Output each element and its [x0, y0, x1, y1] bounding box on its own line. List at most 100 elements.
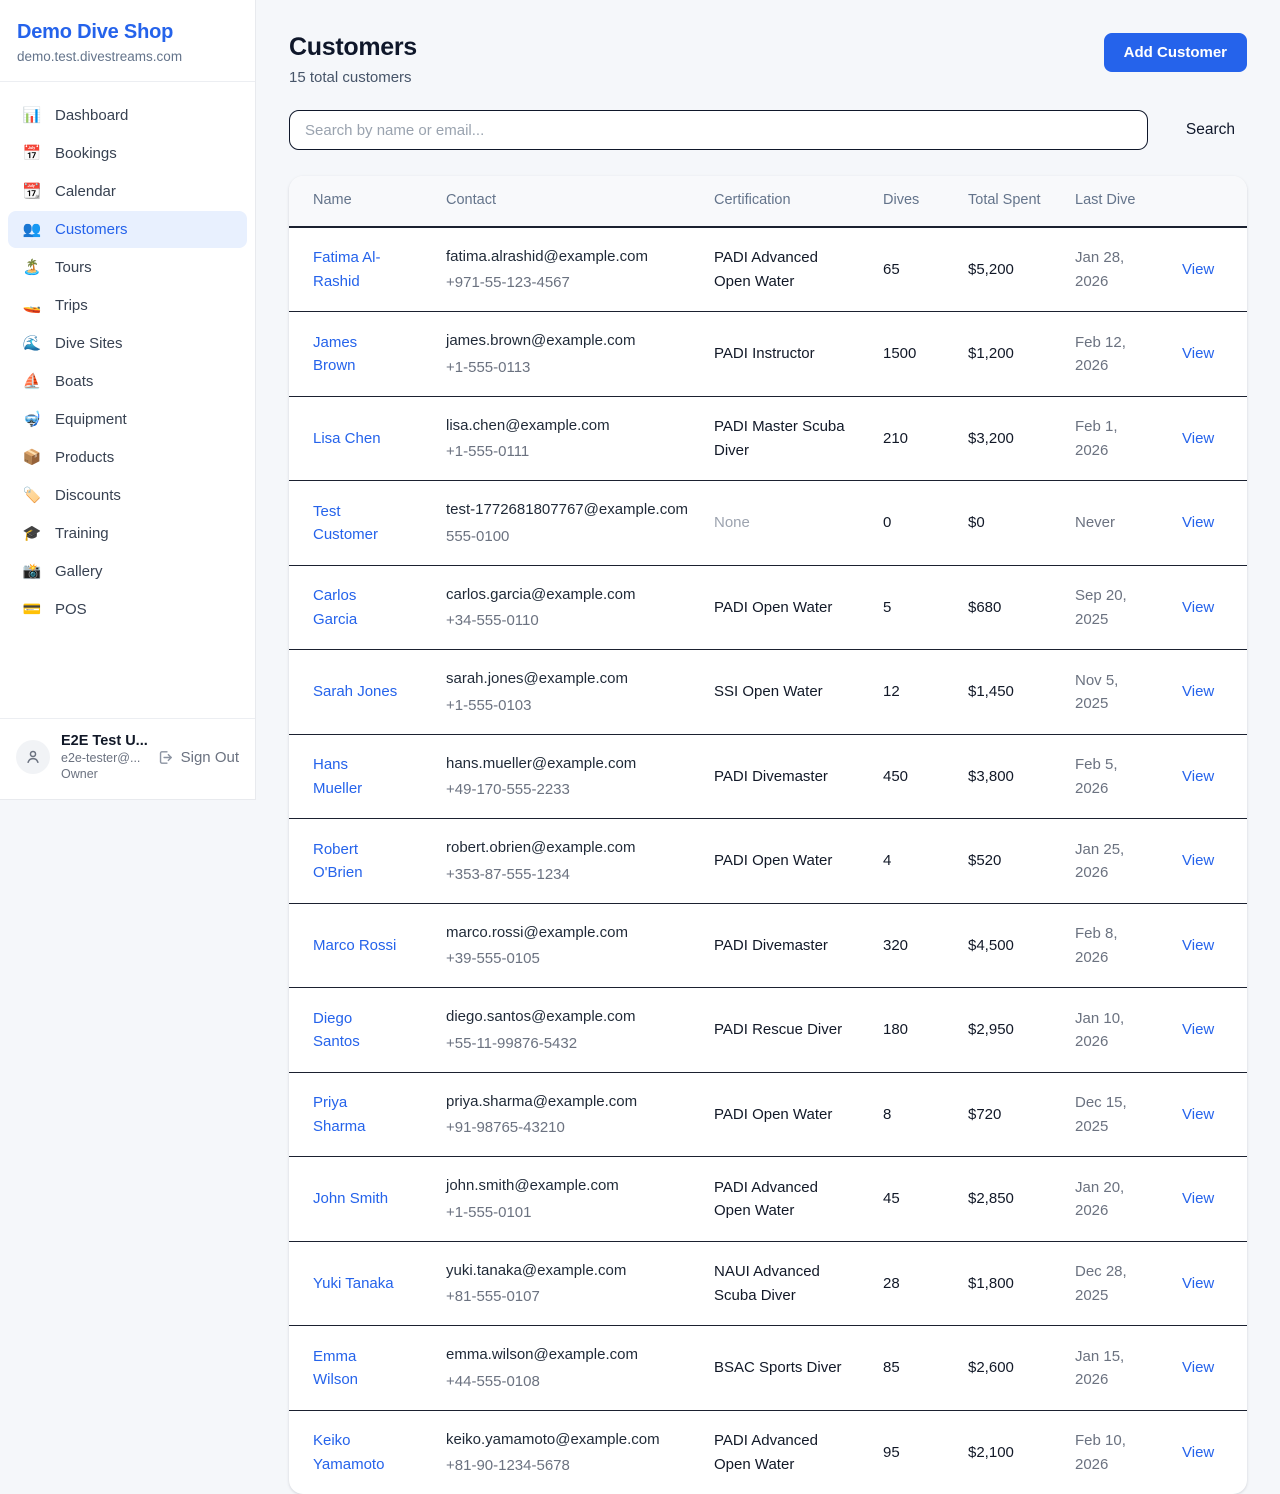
- search-input[interactable]: [289, 110, 1148, 150]
- customer-certification: PADI Open Water: [714, 596, 832, 619]
- customer-name-link[interactable]: Sarah Jones: [313, 680, 397, 703]
- view-customer-link[interactable]: View: [1182, 430, 1214, 447]
- customer-last-dive: Jan 25, 2026: [1075, 838, 1151, 885]
- table-body: Fatima Al-Rashid fatima.alrashid@example…: [289, 227, 1247, 1494]
- dive-sites-icon: 🌊: [22, 336, 42, 351]
- search-row: Search: [289, 110, 1247, 150]
- sidebar-item-calendar[interactable]: 📆 Calendar: [8, 173, 247, 210]
- customer-name-link[interactable]: Marco Rossi: [313, 934, 396, 957]
- sidebar-item-products[interactable]: 📦 Products: [8, 439, 247, 476]
- sidebar-item-gallery[interactable]: 📸 Gallery: [8, 553, 247, 590]
- customer-certification: PADI Master Scuba Diver: [714, 415, 846, 462]
- customer-certification: PADI Open Water: [714, 1103, 832, 1126]
- customer-total-spent: $4,500: [956, 903, 1063, 988]
- table-row: Marco Rossi marco.rossi@example.com +39-…: [289, 903, 1247, 988]
- sidebar: Demo Dive Shop demo.test.divestreams.com…: [0, 0, 256, 800]
- search-button[interactable]: Search: [1174, 121, 1247, 139]
- table-header: NameContactCertificationDivesTotal Spent…: [289, 176, 1247, 227]
- bookings-icon: 📅: [22, 146, 42, 161]
- customer-dives: 4: [871, 819, 956, 904]
- view-customer-link[interactable]: View: [1182, 345, 1214, 362]
- sidebar-item-tours[interactable]: 🏝️ Tours: [8, 249, 247, 286]
- customer-name-link[interactable]: Yuki Tanaka: [313, 1272, 394, 1295]
- customer-phone: +353-87-555-1234: [446, 863, 690, 886]
- customer-certification: PADI Instructor: [714, 342, 815, 365]
- customer-phone: +1-555-0113: [446, 356, 690, 379]
- customer-name-link[interactable]: Diego Santos: [313, 1007, 401, 1054]
- customer-phone: +44-555-0108: [446, 1370, 690, 1393]
- column-header: Contact: [434, 176, 702, 227]
- view-customer-link[interactable]: View: [1182, 768, 1214, 785]
- view-customer-link[interactable]: View: [1182, 683, 1214, 700]
- sidebar-item-equipment[interactable]: 🤿 Equipment: [8, 401, 247, 438]
- column-header: Name: [289, 176, 434, 227]
- customer-last-dive: Feb 1, 2026: [1075, 415, 1151, 462]
- view-customer-link[interactable]: View: [1182, 1359, 1214, 1376]
- sidebar-item-boats[interactable]: ⛵ Boats: [8, 363, 247, 400]
- customer-name-link[interactable]: Keiko Yamamoto: [313, 1429, 401, 1476]
- sidebar-item-dive-sites[interactable]: 🌊 Dive Sites: [8, 325, 247, 362]
- customer-name-link[interactable]: John Smith: [313, 1187, 388, 1210]
- view-customer-link[interactable]: View: [1182, 261, 1214, 278]
- view-customer-link[interactable]: View: [1182, 1021, 1214, 1038]
- sidebar-item-bookings[interactable]: 📅 Bookings: [8, 135, 247, 172]
- customer-total-spent: $3,800: [956, 734, 1063, 819]
- table-header-row: NameContactCertificationDivesTotal Spent…: [289, 176, 1247, 227]
- view-customer-link[interactable]: View: [1182, 937, 1214, 954]
- sidebar-item-training[interactable]: 🎓 Training: [8, 515, 247, 552]
- customer-name-link[interactable]: Lisa Chen: [313, 427, 381, 450]
- sidebar-item-label: Customers: [55, 221, 128, 238]
- customer-name-link[interactable]: Fatima Al-Rashid: [313, 246, 401, 293]
- customer-email: yuki.tanaka@example.com: [446, 1259, 690, 1282]
- customer-dives: 8: [871, 1072, 956, 1157]
- sign-out-button[interactable]: Sign Out: [157, 749, 239, 766]
- pos-icon: 💳: [22, 602, 42, 617]
- table-row: Emma Wilson emma.wilson@example.com +44-…: [289, 1326, 1247, 1411]
- customer-name-link[interactable]: James Brown: [313, 331, 401, 378]
- sidebar-item-discounts[interactable]: 🏷️ Discounts: [8, 477, 247, 514]
- customer-email: test-1772681807767@example.com: [446, 498, 690, 521]
- customer-name-link[interactable]: Robert O'Brien: [313, 838, 401, 885]
- view-customer-link[interactable]: View: [1182, 1275, 1214, 1292]
- sidebar-item-dashboard[interactable]: 📊 Dashboard: [8, 97, 247, 134]
- sign-out-label: Sign Out: [181, 749, 239, 766]
- customer-total-spent: $2,600: [956, 1326, 1063, 1411]
- customer-name-link[interactable]: Hans Mueller: [313, 753, 401, 800]
- sidebar-item-label: Training: [55, 525, 109, 542]
- view-customer-link[interactable]: View: [1182, 1444, 1214, 1461]
- customer-total-spent: $2,850: [956, 1157, 1063, 1242]
- customer-phone: +971-55-123-4567: [446, 271, 690, 294]
- column-header: [1170, 176, 1247, 227]
- customer-name-link[interactable]: Test Customer: [313, 500, 401, 547]
- sidebar-item-pos[interactable]: 💳 POS: [8, 591, 247, 628]
- customer-total-spent: $680: [956, 565, 1063, 650]
- customer-last-dive: Feb 5, 2026: [1075, 753, 1151, 800]
- equipment-icon: 🤿: [22, 412, 42, 427]
- customer-certification: NAUI Advanced Scuba Diver: [714, 1260, 846, 1307]
- add-customer-button[interactable]: Add Customer: [1104, 33, 1247, 72]
- customer-name-link[interactable]: Emma Wilson: [313, 1345, 401, 1392]
- user-email: e2e-tester@...: [61, 751, 146, 765]
- customer-total-spent: $720: [956, 1072, 1063, 1157]
- customer-certification: None: [714, 511, 750, 534]
- products-icon: 📦: [22, 450, 42, 465]
- view-customer-link[interactable]: View: [1182, 599, 1214, 616]
- view-customer-link[interactable]: View: [1182, 852, 1214, 869]
- sidebar-nav: 📊 Dashboard 📅 Bookings 📆 Calendar 👥 Cust…: [0, 82, 255, 718]
- table-row: Test Customer test-1772681807767@example…: [289, 481, 1247, 566]
- sidebar-item-trips[interactable]: 🚤 Trips: [8, 287, 247, 324]
- page-title-block: Customers 15 total customers: [289, 33, 417, 86]
- table-row: Carlos Garcia carlos.garcia@example.com …: [289, 565, 1247, 650]
- page-header: Customers 15 total customers Add Custome…: [289, 33, 1247, 86]
- customer-name-link[interactable]: Carlos Garcia: [313, 584, 401, 631]
- sign-out-icon: [157, 749, 174, 766]
- view-customer-link[interactable]: View: [1182, 1190, 1214, 1207]
- customer-name-link[interactable]: Priya Sharma: [313, 1091, 401, 1138]
- user-role: Owner: [61, 767, 146, 781]
- customer-certification: PADI Divemaster: [714, 765, 828, 788]
- customer-email: john.smith@example.com: [446, 1174, 690, 1197]
- calendar-icon: 📆: [22, 184, 42, 199]
- sidebar-item-customers[interactable]: 👥 Customers: [8, 211, 247, 248]
- view-customer-link[interactable]: View: [1182, 1106, 1214, 1123]
- view-customer-link[interactable]: View: [1182, 514, 1214, 531]
